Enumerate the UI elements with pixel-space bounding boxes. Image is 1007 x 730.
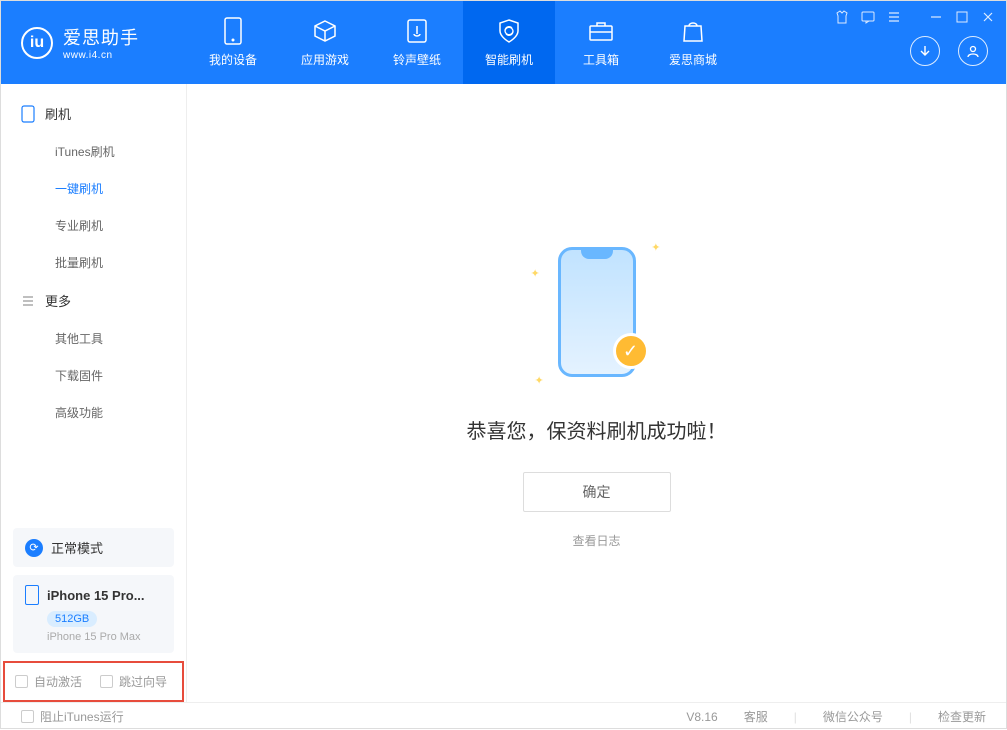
device-storage-badge: 512GB [47, 611, 97, 627]
nav-tab-flash[interactable]: 智能刷机 [463, 1, 555, 84]
maximize-icon[interactable] [954, 9, 970, 25]
nav-tab-label: 应用游戏 [301, 51, 349, 68]
ok-button[interactable]: 确定 [523, 472, 671, 512]
user-icon[interactable] [958, 36, 988, 66]
refresh-icon: ⟳ [25, 539, 43, 557]
sidebar-item-pro-flash[interactable]: 专业刷机 [1, 207, 186, 244]
view-log-link[interactable]: 查看日志 [572, 532, 620, 549]
logo-icon: iu [21, 27, 53, 59]
highlight-box: 自动激活 跳过向导 [3, 661, 184, 702]
checkbox-block-itunes[interactable]: 阻止iTunes运行 [21, 708, 124, 725]
nav-tab-label: 铃声壁纸 [393, 51, 441, 68]
checkbox-icon [21, 710, 34, 723]
footer-link-wechat[interactable]: 微信公众号 [823, 708, 883, 725]
sidebar-group-flash[interactable]: 刷机 [1, 94, 186, 133]
checkbox-label: 跳过向导 [119, 673, 167, 690]
refresh-shield-icon [495, 17, 523, 45]
device-name: iPhone 15 Pro... [47, 588, 145, 603]
checkbox-label: 自动激活 [34, 673, 82, 690]
logo-area: iu 爱思助手 www.i4.cn [1, 24, 187, 61]
device-icon [219, 17, 247, 45]
sparkle-icon: ✦ [651, 241, 660, 254]
nav-tab-toolbox[interactable]: 工具箱 [555, 1, 647, 84]
sidebar-group-title: 刷机 [45, 104, 71, 123]
device-model: iPhone 15 Pro Max [47, 631, 162, 643]
check-badge-icon: ✓ [613, 333, 649, 369]
footer-link-update[interactable]: 检查更新 [938, 708, 986, 725]
footer-link-support[interactable]: 客服 [744, 708, 768, 725]
toolbox-icon [587, 17, 615, 45]
nav-tab-apps[interactable]: 应用游戏 [279, 1, 371, 84]
success-illustration: ✦ ✦ ✦ ✓ [517, 237, 677, 387]
checkbox-label: 阻止iTunes运行 [40, 708, 124, 725]
sidebar-item-batch-flash[interactable]: 批量刷机 [1, 244, 186, 281]
sidebar-item-oneclick-flash[interactable]: 一键刷机 [1, 170, 186, 207]
nav-tab-label: 智能刷机 [485, 51, 533, 68]
phone-icon [21, 105, 35, 123]
box-icon [311, 17, 339, 45]
checkbox-skip-guide[interactable]: 跳过向导 [100, 673, 167, 690]
bag-icon [679, 17, 707, 45]
success-title: 恭喜您，保资料刷机成功啦！ [467, 415, 727, 444]
checkbox-auto-activate[interactable]: 自动激活 [15, 673, 82, 690]
sidebar-group-more[interactable]: 更多 [1, 281, 186, 320]
device-card[interactable]: iPhone 15 Pro... 512GB iPhone 15 Pro Max [13, 575, 174, 653]
sidebar-item-itunes-flash[interactable]: iTunes刷机 [1, 133, 186, 170]
music-icon [403, 17, 431, 45]
app-title: 爱思助手 [63, 24, 139, 50]
version-label: V8.16 [686, 710, 717, 724]
nav-tab-label: 爱思商城 [669, 51, 717, 68]
device-mode-badge[interactable]: ⟳ 正常模式 [13, 528, 174, 567]
nav-tab-ringtones[interactable]: 铃声壁纸 [371, 1, 463, 84]
close-icon[interactable] [980, 9, 996, 25]
checkbox-icon [15, 675, 28, 688]
more-icon [21, 294, 35, 308]
nav-tab-label: 我的设备 [209, 51, 257, 68]
sidebar-item-other-tools[interactable]: 其他工具 [1, 320, 186, 357]
sparkle-icon: ✦ [531, 267, 540, 280]
skin-icon[interactable] [834, 9, 850, 25]
minimize-icon[interactable] [928, 9, 944, 25]
device-mode-label: 正常模式 [51, 538, 103, 557]
phone-outline-icon [25, 585, 39, 605]
nav-tab-my-device[interactable]: 我的设备 [187, 1, 279, 84]
sidebar-group-title: 更多 [45, 291, 71, 310]
nav-tab-label: 工具箱 [583, 51, 619, 68]
download-icon[interactable] [910, 36, 940, 66]
sparkle-icon: ✦ [535, 374, 544, 387]
sidebar-item-advanced[interactable]: 高级功能 [1, 394, 186, 431]
feedback-icon[interactable] [860, 9, 876, 25]
app-url: www.i4.cn [63, 50, 139, 61]
sidebar-item-download-firmware[interactable]: 下载固件 [1, 357, 186, 394]
menu-icon[interactable] [886, 9, 902, 25]
checkbox-icon [100, 675, 113, 688]
nav-tab-store[interactable]: 爱思商城 [647, 1, 739, 84]
